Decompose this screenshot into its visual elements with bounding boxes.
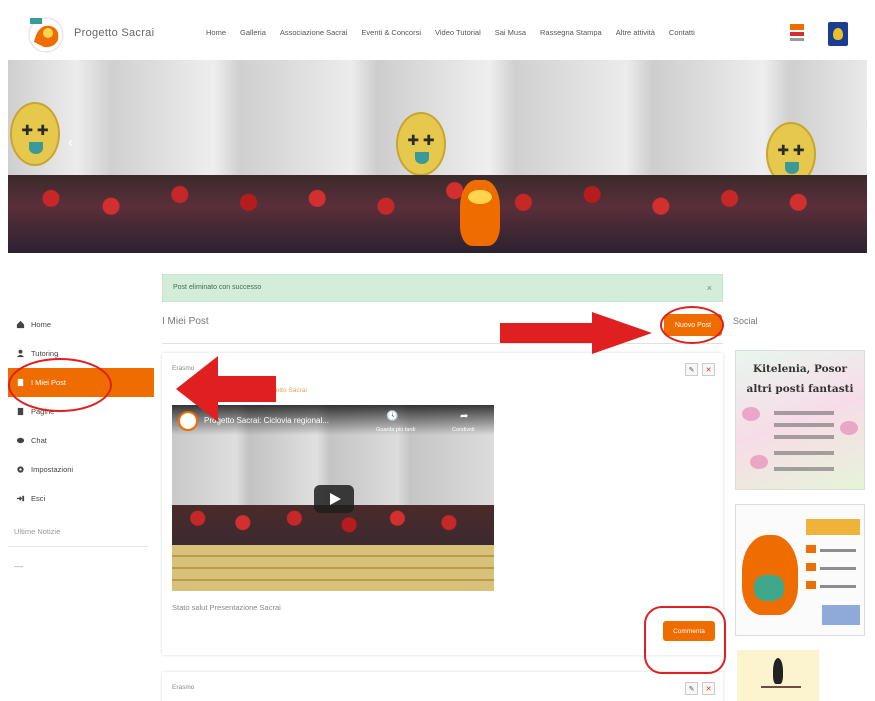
sidebar-placeholder: — — [14, 561, 23, 571]
settings-icon — [17, 466, 24, 473]
bird-icon — [773, 658, 783, 684]
annotation-arrow-left-icon — [176, 356, 276, 422]
post-actions: ✎ ✕ — [685, 682, 715, 695]
share-icon[interactable]: ➦ — [460, 411, 468, 422]
delete-icon[interactable]: ✕ — [702, 363, 715, 376]
sidebar-item-chat[interactable]: Chat — [8, 426, 154, 455]
success-alert: Post eliminato con successo × — [162, 274, 723, 302]
sidebar-item-label: Chat — [31, 436, 47, 445]
ad-image — [822, 605, 860, 625]
sidebar-item-logout[interactable]: Esci — [8, 484, 154, 513]
branch-decoration — [761, 686, 801, 688]
flower-decoration — [750, 455, 768, 469]
ad-headline: altri posti fantasti — [746, 383, 854, 395]
left-sidebar: Home Tutoring I Miei Post Pagine Chat Im… — [8, 310, 154, 571]
post-author: Erasmo — [172, 684, 195, 691]
bullet-icon — [806, 563, 816, 571]
hero-banner: ‹ — [8, 60, 867, 253]
nav-item-contatti[interactable]: Contatti — [669, 28, 695, 37]
share-label[interactable]: Condividi — [452, 427, 475, 433]
sidebar-item-settings[interactable]: Impostazioni — [8, 455, 154, 484]
sidebar-item-home[interactable]: Home — [8, 310, 154, 339]
edit-icon[interactable]: ✎ — [685, 682, 698, 695]
ad-banner[interactable]: Kitelenia, Posor altri posti fantasti — [735, 350, 865, 490]
ad-text-line — [774, 435, 834, 439]
annotation-circle — [644, 606, 726, 674]
post-card: Erasmo ✎ ✕ — [162, 672, 723, 701]
ad-banner[interactable] — [737, 650, 819, 701]
chat-icon — [16, 437, 25, 444]
watch-later-icon[interactable]: 🕓 — [386, 411, 398, 422]
hero-prev-arrow-icon[interactable]: ‹ — [68, 134, 73, 152]
post-caption: Stato salut Presentazione Sacrai — [172, 603, 281, 612]
pages-icon — [17, 407, 24, 416]
ad-text-line — [820, 549, 856, 552]
play-button[interactable] — [314, 485, 354, 513]
video-seats — [172, 545, 494, 591]
region-emblem-icon — [396, 112, 446, 176]
nav-item-home[interactable]: Home — [206, 28, 226, 37]
annotation-circle — [660, 306, 724, 344]
social-title: Social — [733, 316, 758, 326]
bullet-icon — [806, 581, 816, 589]
sidebar-item-label: Home — [31, 320, 52, 329]
nav-item-altre-attivita[interactable]: Altre attività — [616, 28, 655, 37]
region-crest-icon[interactable] — [828, 22, 848, 46]
nav-item-eventi[interactable]: Eventi & Concorsi — [361, 28, 421, 37]
sidebar-item-label: Tutoring — [31, 349, 59, 358]
nav-item-rassegna-stampa[interactable]: Rassegna Stampa — [540, 28, 602, 37]
ad-text-line — [774, 423, 834, 427]
sidebar-section-title: Ultime Notizie — [14, 527, 61, 536]
site-brand[interactable]: Progetto Sacrai — [74, 27, 154, 39]
mascot-figure — [742, 535, 798, 615]
video-player[interactable]: Progetto Sacrai: Ciclovia regional... 🕓 … — [172, 405, 494, 591]
ad-title-block — [806, 519, 860, 535]
ad-banner[interactable] — [735, 504, 865, 636]
flower-decoration — [840, 421, 858, 435]
top-navbar: Progetto Sacrai Home Galleria Associazio… — [8, 8, 867, 60]
delete-icon[interactable]: ✕ — [702, 682, 715, 695]
edit-icon[interactable]: ✎ — [685, 363, 698, 376]
flower-decoration — [742, 407, 760, 421]
sidebar-item-label: Impostazioni — [31, 465, 74, 474]
alert-message: Post eliminato con successo — [173, 284, 262, 291]
ad-headline: Kitelenia, Posor — [752, 363, 848, 375]
region-emblem-icon — [10, 102, 60, 166]
hero-crowd — [8, 175, 867, 253]
nav-item-sai-musa[interactable]: Sai Musa — [495, 28, 526, 37]
partner-logo-icon[interactable] — [788, 22, 806, 44]
annotation-circle — [8, 358, 112, 412]
main-nav: Home Galleria Associazione Sacrai Eventi… — [206, 28, 695, 37]
site-logo[interactable] — [24, 14, 68, 54]
ad-text-line — [820, 585, 856, 588]
page-title: I Miei Post — [162, 316, 209, 327]
post-actions: ✎ ✕ — [685, 363, 715, 376]
watch-later-label[interactable]: Guarda più tardi — [376, 427, 415, 433]
mascot-figure — [460, 180, 500, 246]
ad-text-line — [820, 567, 856, 570]
nav-item-associazione[interactable]: Associazione Sacrai — [280, 28, 348, 37]
close-icon[interactable]: × — [707, 283, 712, 293]
ad-text-line — [774, 467, 834, 471]
sidebar-item-label: Esci — [31, 494, 46, 503]
annotation-arrow-right-icon — [500, 312, 652, 354]
logout-icon — [16, 495, 25, 502]
tutoring-icon — [16, 349, 25, 358]
nav-item-galleria[interactable]: Galleria — [240, 28, 266, 37]
ad-text-line — [774, 451, 834, 455]
home-icon — [16, 320, 25, 329]
nav-item-video-tutorial[interactable]: Video Tutorial — [435, 28, 481, 37]
sidebar-divider — [8, 546, 148, 547]
bullet-icon — [806, 545, 816, 553]
ad-text-line — [774, 411, 834, 415]
